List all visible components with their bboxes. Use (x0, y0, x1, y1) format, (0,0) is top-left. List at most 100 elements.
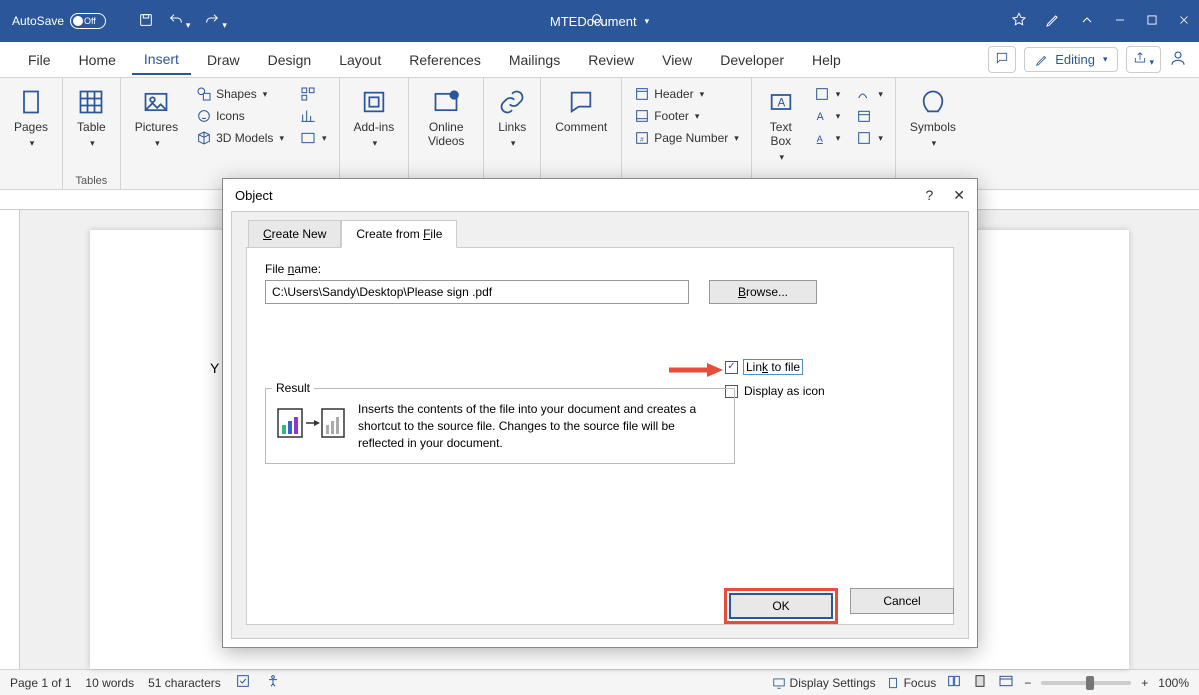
page-number-button[interactable]: #Page Number▾ (630, 128, 743, 148)
tab-mailings[interactable]: Mailings (497, 46, 572, 74)
zoom-in-icon[interactable]: + (1141, 676, 1148, 690)
display-settings-button[interactable]: Display Settings (772, 676, 876, 690)
close-icon[interactable] (1177, 13, 1191, 30)
quick-parts-button[interactable]: ▾ (810, 84, 845, 104)
dialog-close-icon[interactable]: ✕ (953, 187, 965, 204)
tab-developer[interactable]: Developer (708, 46, 796, 74)
status-chars[interactable]: 51 characters (148, 676, 221, 690)
tab-file[interactable]: File (16, 46, 63, 74)
comment-button[interactable]: Comment (549, 84, 613, 138)
account-icon[interactable] (1169, 49, 1187, 70)
tab-view[interactable]: View (650, 46, 704, 74)
display-as-icon-checkbox[interactable]: Display as icon (725, 384, 825, 398)
result-box: Result Inserts the contents of the file … (265, 388, 735, 464)
cancel-button[interactable]: Cancel (850, 588, 954, 614)
tab-help[interactable]: Help (800, 46, 853, 74)
titlebar: AutoSave Off ▾ ▾ MTEDocument▾ (0, 0, 1199, 42)
checkbox-checked-icon (725, 361, 738, 374)
tab-review[interactable]: Review (576, 46, 646, 74)
ok-button[interactable]: OK (729, 593, 833, 619)
svg-text:A: A (777, 97, 785, 110)
pages-button[interactable]: Pages▾ (8, 84, 54, 153)
share-icon[interactable]: ▾ (1126, 46, 1161, 73)
annotation-ok-highlight: OK (724, 588, 838, 624)
link-to-file-label: Link to file (744, 360, 802, 374)
editing-label: Editing (1055, 52, 1095, 67)
symbols-button[interactable]: Symbols▾ (904, 84, 962, 153)
header-button[interactable]: Header▾ (630, 84, 708, 104)
screenshot-button[interactable]: ▾ (296, 128, 331, 148)
comments-icon[interactable] (988, 46, 1016, 73)
wordart-button[interactable]: A▾ (810, 106, 845, 126)
undo-icon[interactable]: ▾ (168, 12, 191, 31)
object-button[interactable]: ▾ (852, 128, 887, 148)
tab-create-from-file[interactable]: Create from File (341, 220, 457, 248)
tab-insert[interactable]: Insert (132, 45, 191, 75)
ribbon: Pages▾ Table▾ Tables Pictures▾ Shapes▾ I… (0, 78, 1199, 190)
result-text: Inserts the contents of the file into yo… (358, 401, 718, 451)
pictures-button[interactable]: Pictures▾ (129, 84, 184, 153)
shapes-button[interactable]: Shapes▾ (192, 84, 288, 104)
tab-draw[interactable]: Draw (195, 46, 252, 74)
maximize-icon[interactable] (1145, 13, 1159, 30)
autosave-toggle[interactable]: AutoSave Off (12, 13, 124, 29)
editing-mode-button[interactable]: Editing▾ (1024, 47, 1118, 72)
smartart-button[interactable] (296, 84, 331, 104)
online-videos-label: Online Videos (423, 120, 469, 148)
status-page[interactable]: Page 1 of 1 (10, 676, 71, 690)
links-label: Links (498, 120, 526, 134)
search-icon[interactable] (590, 12, 606, 31)
redo-icon[interactable]: ▾ (204, 12, 227, 31)
icons-button[interactable]: Icons (192, 106, 288, 126)
addins-label: Add-ins (354, 120, 395, 134)
footer-button[interactable]: Footer▾ (630, 106, 703, 126)
premium-icon[interactable] (1011, 12, 1027, 31)
3dmodels-button[interactable]: 3D Models▾ (192, 128, 288, 148)
tab-references[interactable]: References (397, 46, 493, 74)
zoom-slider[interactable] (1041, 681, 1131, 685)
tab-layout[interactable]: Layout (327, 46, 393, 74)
symbols-label: Symbols (910, 120, 956, 134)
web-layout-icon[interactable] (998, 673, 1014, 692)
file-name-label: File name: (265, 262, 935, 276)
tab-design[interactable]: Design (256, 46, 324, 74)
accessibility-icon[interactable] (265, 673, 281, 692)
dialog-help-icon[interactable]: ? (925, 187, 933, 204)
link-to-file-checkbox[interactable]: Link to file (725, 360, 825, 374)
edit-icon[interactable] (1045, 12, 1061, 31)
group-label-tables: Tables (75, 175, 107, 187)
save-icon[interactable] (138, 12, 154, 31)
tab-create-new[interactable]: CCreate Newreate New (248, 220, 341, 248)
icons-label: Icons (216, 109, 245, 123)
minimize-icon[interactable] (1113, 13, 1127, 30)
vertical-ruler[interactable] (0, 210, 20, 669)
table-button[interactable]: Table▾ (71, 84, 112, 153)
addins-button[interactable]: Add-ins▾ (348, 84, 401, 153)
pages-label: Pages (14, 120, 48, 134)
chart-button[interactable] (296, 106, 331, 126)
online-videos-button[interactable]: Online Videos (417, 84, 475, 152)
status-words[interactable]: 10 words (85, 676, 134, 690)
signature-button[interactable]: ▾ (852, 84, 887, 104)
links-button[interactable]: Links▾ (492, 84, 532, 153)
shapes-label: Shapes (216, 87, 257, 101)
zoom-level[interactable]: 100% (1158, 676, 1189, 690)
pictures-label: Pictures (135, 120, 178, 134)
status-bar: Page 1 of 1 10 words 51 characters Displ… (0, 669, 1199, 695)
zoom-out-icon[interactable]: − (1024, 676, 1031, 690)
print-layout-icon[interactable] (972, 673, 988, 692)
ribbon-tabs: File Home Insert Draw Design Layout Refe… (0, 42, 1199, 78)
drop-cap-button[interactable]: A▾ (810, 128, 845, 148)
spellcheck-icon[interactable] (235, 673, 251, 692)
ribbon-options-icon[interactable] (1079, 12, 1095, 31)
annotation-arrow (667, 360, 723, 380)
autosave-label: AutoSave (12, 14, 64, 28)
file-name-input[interactable] (265, 280, 689, 304)
read-mode-icon[interactable] (946, 673, 962, 692)
datetime-button[interactable] (852, 106, 887, 126)
browse-button[interactable]: Browse... (709, 280, 817, 304)
tab-home[interactable]: Home (67, 46, 128, 74)
focus-button[interactable]: Focus (886, 676, 937, 690)
text-box-button[interactable]: A Text Box▾ (760, 84, 802, 167)
svg-text:A: A (816, 134, 823, 144)
